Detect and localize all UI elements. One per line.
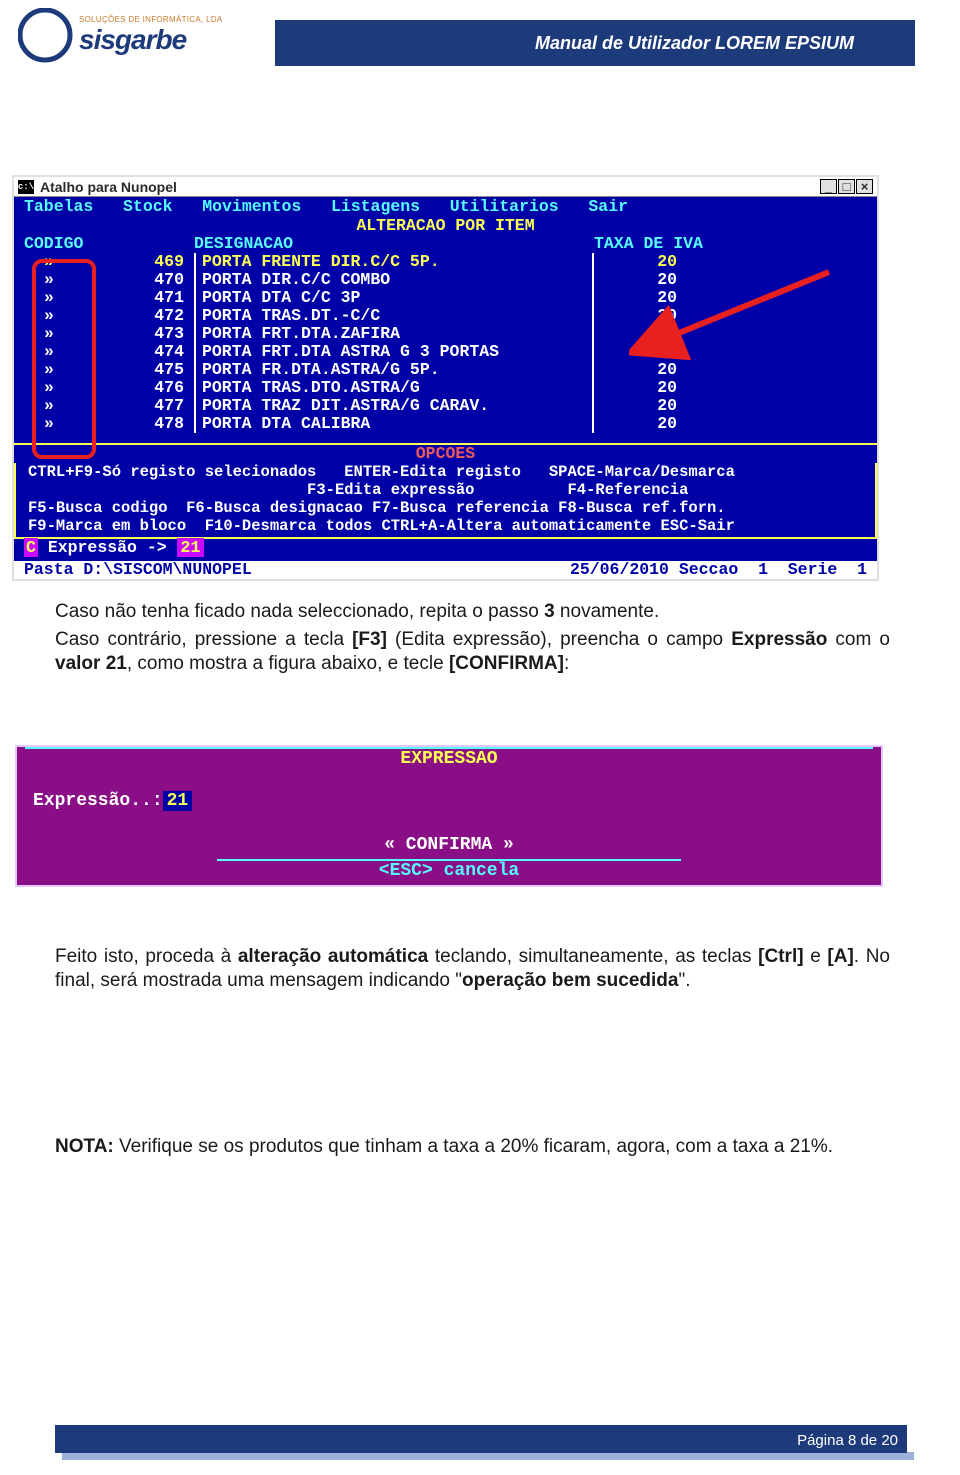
opcoes-header: OPCOES bbox=[14, 443, 877, 463]
logo-text: sisgarbe bbox=[79, 24, 223, 56]
expression-field-value[interactable]: 21 bbox=[163, 791, 193, 811]
maximize-button[interactable]: □ bbox=[838, 179, 855, 194]
cell-taxa: 20 bbox=[594, 325, 867, 343]
table-row[interactable]: 475PORTA FR.DTA.ASTRA/G 5P.20 bbox=[14, 361, 877, 379]
menu-row[interactable]: Tabelas Stock Movimentos Listagens Utili… bbox=[14, 197, 877, 217]
col-header-designacao: DESIGNACAO bbox=[194, 235, 594, 253]
cell-designacao: PORTA TRAS.DT.-C/C bbox=[194, 307, 594, 325]
footer-bar bbox=[55, 1425, 907, 1453]
paragraph-4: NOTA: Verifique se os produtos que tinha… bbox=[55, 1135, 890, 1159]
expression-dialog: EXPRESSAO Expressão..:21 « CONFIRMA » <E… bbox=[15, 745, 883, 887]
col-header-codigo: CODIGO bbox=[24, 235, 194, 253]
cell-codigo: 471 bbox=[24, 289, 194, 307]
status-bar: Pasta D:\SISCOM\NUNOPEL 25/06/2010 Secca… bbox=[14, 561, 877, 579]
cell-codigo: 475 bbox=[24, 361, 194, 379]
cell-taxa: 20 bbox=[594, 343, 867, 361]
expression-field-row: Expressão..:21 bbox=[17, 773, 881, 831]
terminal-titlebar: c:\ Atalho para Nunopel _ □ × bbox=[14, 177, 877, 197]
cell-taxa: 20 bbox=[594, 271, 867, 289]
paragraph-1: Caso não tenha ficado nada seleccionado,… bbox=[55, 600, 890, 624]
expression-dialog-title: EXPRESSAO bbox=[25, 747, 873, 769]
window-title: Atalho para Nunopel bbox=[40, 178, 177, 196]
section-title: ALTERACAO POR ITEM bbox=[14, 217, 877, 235]
table-row[interactable]: 477PORTA TRAZ DIT.ASTRA/G CARAV.20 bbox=[14, 397, 877, 415]
minimize-button[interactable]: _ bbox=[820, 179, 837, 194]
terminal-body: Tabelas Stock Movimentos Listagens Utili… bbox=[14, 197, 877, 579]
status-path: Pasta D:\SISCOM\NUNOPEL bbox=[24, 561, 252, 579]
paragraph-2: Caso contrário, pressione a tecla [F3] (… bbox=[55, 628, 890, 676]
cell-codigo: 469 bbox=[24, 253, 194, 271]
logo-swirl-icon bbox=[18, 8, 73, 63]
footer-shadow bbox=[62, 1452, 914, 1460]
cell-taxa: 20 bbox=[594, 361, 867, 379]
table-row[interactable]: 473PORTA FRT.DTA.ZAFIRA20 bbox=[14, 325, 877, 343]
expression-field-label: Expressão..: bbox=[33, 791, 163, 811]
footer-page: Página 8 de 20 bbox=[797, 1432, 898, 1449]
paragraph-3: Feito isto, proceda à alteração automáti… bbox=[55, 945, 890, 993]
table-row[interactable]: 472PORTA TRAS.DT.-C/C20 bbox=[14, 307, 877, 325]
cell-taxa: 20 bbox=[594, 397, 867, 415]
cell-designacao: PORTA FRT.DTA.ZAFIRA bbox=[194, 325, 594, 343]
cell-taxa: 20 bbox=[594, 307, 867, 325]
cell-taxa: 20 bbox=[594, 289, 867, 307]
expression-prefix: C bbox=[24, 538, 38, 557]
cell-codigo: 476 bbox=[24, 379, 194, 397]
cell-designacao: PORTA FR.DTA.ASTRA/G 5P. bbox=[194, 361, 594, 379]
cell-codigo: 478 bbox=[24, 415, 194, 433]
cell-codigo: 473 bbox=[24, 325, 194, 343]
cell-designacao: PORTA DTA C/C 3P bbox=[194, 289, 594, 307]
terminal-window: c:\ Atalho para Nunopel _ □ × Tabelas St… bbox=[12, 175, 879, 581]
cell-codigo: 477 bbox=[24, 397, 194, 415]
cmd-icon: c:\ bbox=[18, 180, 34, 194]
column-headers: CODIGO DESIGNACAO TAXA DE IVA bbox=[14, 235, 877, 253]
table-row[interactable]: 469PORTA FRENTE DIR.C/C 5P.20 bbox=[14, 253, 877, 271]
header-bar: Manual de Utilizador LOREM EPSIUM bbox=[275, 20, 915, 66]
table-row[interactable]: 478PORTA DTA CALIBRA20 bbox=[14, 415, 877, 433]
cell-taxa: 20 bbox=[594, 379, 867, 397]
cell-codigo: 470 bbox=[24, 271, 194, 289]
table-row[interactable]: 476PORTA TRAS.DTO.ASTRA/G20 bbox=[14, 379, 877, 397]
cell-codigo: 472 bbox=[24, 307, 194, 325]
status-date: 25/06/2010 Seccao 1 Serie 1 bbox=[570, 561, 867, 579]
cell-designacao: PORTA FRENTE DIR.C/C 5P. bbox=[194, 253, 594, 271]
expression-value[interactable]: 21 bbox=[177, 538, 205, 557]
cell-taxa: 20 bbox=[594, 253, 867, 271]
table-row[interactable]: 470PORTA DIR.C/C COMBO20 bbox=[14, 271, 877, 289]
help-block: CTRL+F9-Só registo selecionados ENTER-Ed… bbox=[14, 463, 877, 539]
expression-label: Expressão -> bbox=[48, 538, 167, 557]
logo-subtitle: SOLUÇÕES DE INFORMÁTICA, LDA bbox=[79, 15, 223, 24]
cell-designacao: PORTA TRAZ DIT.ASTRA/G CARAV. bbox=[194, 397, 594, 415]
confirm-button[interactable]: « CONFIRMA » bbox=[17, 831, 881, 859]
table-row[interactable]: 474PORTA FRT.DTA ASTRA G 3 PORTAS20 bbox=[14, 343, 877, 361]
cell-codigo: 474 bbox=[24, 343, 194, 361]
cell-designacao: PORTA FRT.DTA ASTRA G 3 PORTAS bbox=[194, 343, 594, 361]
cell-designacao: PORTA TRAS.DTO.ASTRA/G bbox=[194, 379, 594, 397]
expression-inline: C Expressão -> 21 bbox=[14, 539, 877, 561]
cell-designacao: PORTA DTA CALIBRA bbox=[194, 415, 594, 433]
close-button[interactable]: × bbox=[856, 179, 873, 194]
table-row[interactable]: 471PORTA DTA C/C 3P20 bbox=[14, 289, 877, 307]
cell-designacao: PORTA DIR.C/C COMBO bbox=[194, 271, 594, 289]
logo: SOLUÇÕES DE INFORMÁTICA, LDA sisgarbe bbox=[18, 8, 223, 63]
col-header-taxa: TAXA DE IVA bbox=[594, 235, 867, 253]
header-title: Manual de Utilizador LOREM EPSIUM bbox=[535, 33, 854, 54]
cell-taxa: 20 bbox=[594, 415, 867, 433]
esc-cancel[interactable]: <ESC> cancela bbox=[217, 859, 681, 881]
